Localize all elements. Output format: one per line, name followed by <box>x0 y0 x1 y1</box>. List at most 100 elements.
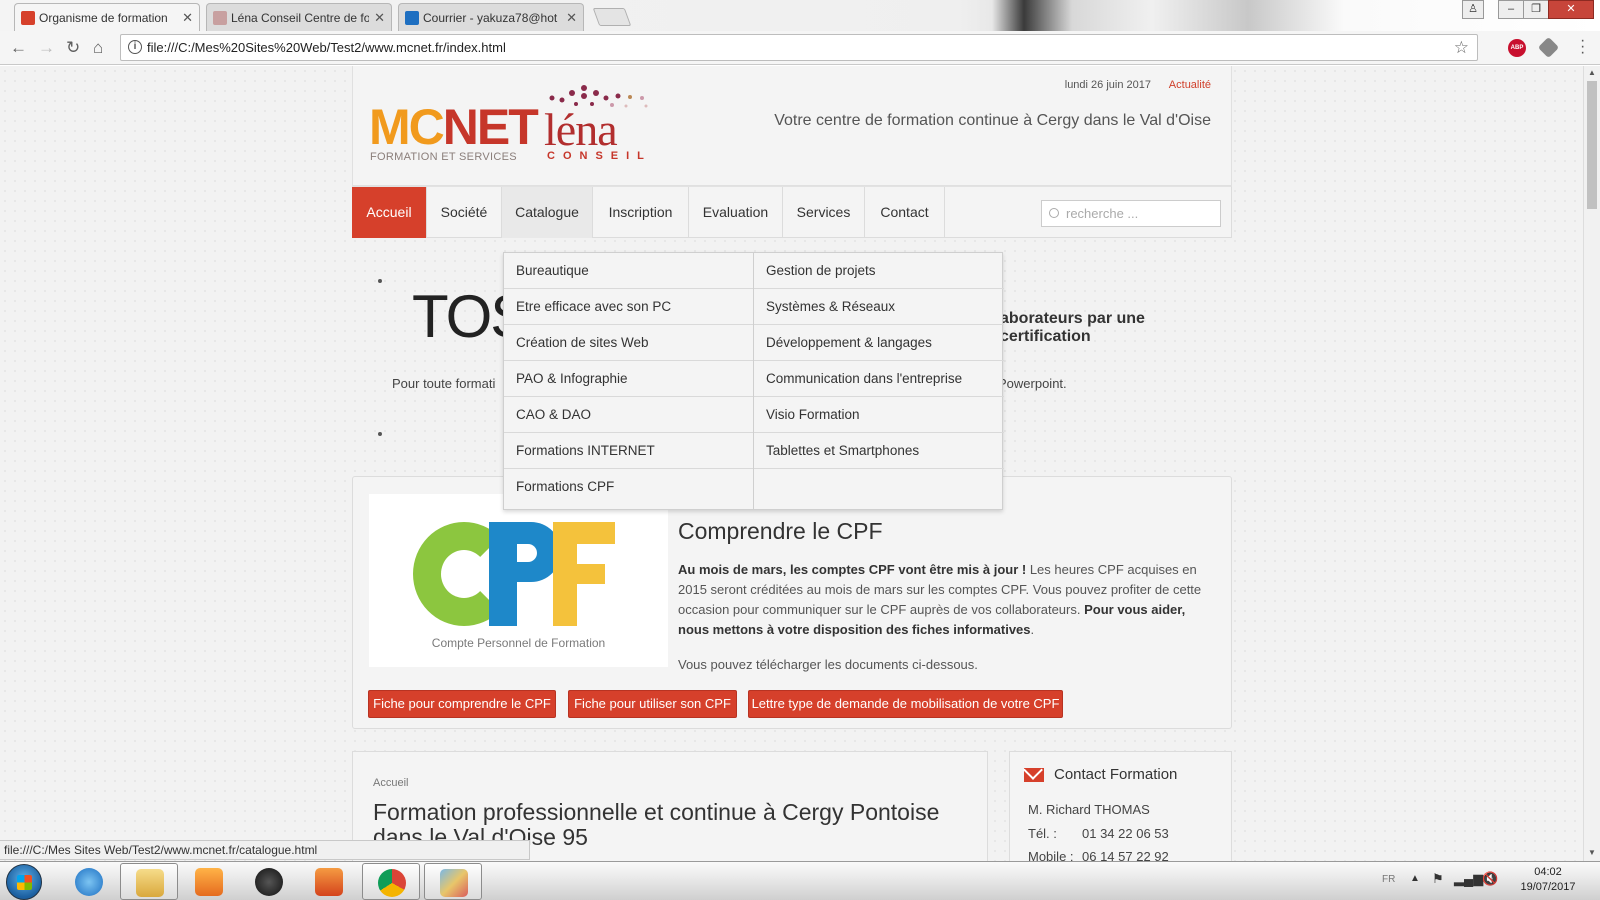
tel-value[interactable]: 01 34 22 06 53 <box>1082 826 1169 841</box>
show-hidden-icons-icon[interactable]: ▲ <box>1410 873 1420 884</box>
language-indicator[interactable]: FR <box>1382 874 1395 885</box>
start-button[interactable] <box>6 864 42 900</box>
url-text: file:///C:/Mes%20Sites%20Web/Test2/www.m… <box>147 40 506 55</box>
hp-button[interactable] <box>240 863 298 900</box>
dropdown-column-left: Bureautique Etre efficace avec son PC Cr… <box>504 253 754 509</box>
reload-icon[interactable]: ↻ <box>66 38 80 58</box>
search-input[interactable]: recherche ... <box>1041 200 1221 227</box>
nav-contact[interactable]: Contact <box>865 187 945 238</box>
tab-title: Courrier - yakuza78@hot <box>423 10 558 25</box>
tel-label: Tél. : <box>1028 826 1057 841</box>
dropdown-item[interactable]: Gestion de projets <box>754 253 1004 289</box>
nav-societe[interactable]: Société <box>427 187 502 238</box>
maximize-button[interactable]: ❐ <box>1523 0 1549 19</box>
nav-accueil[interactable]: Accueil <box>352 187 427 238</box>
page-scrollbar[interactable]: ▲ ▼ <box>1583 66 1600 861</box>
network-icon[interactable]: ▂▄▆ <box>1454 871 1483 887</box>
tab-lena-conseil[interactable]: Léna Conseil Centre de fo ✕ <box>206 3 392 31</box>
tab-title: Organisme de formation <box>39 10 168 25</box>
nav-evaluation[interactable]: Evaluation <box>689 187 783 238</box>
breadcrumb[interactable]: Accueil <box>373 777 408 789</box>
cpf-download-text: Vous pouvez télécharger les documents ci… <box>678 657 978 672</box>
internet-explorer-button[interactable] <box>60 863 118 900</box>
explorer-button[interactable] <box>120 863 178 900</box>
contact-title: Contact Formation <box>1054 766 1178 783</box>
contact-sidebar: Contact Formation M. Richard THOMAS Tél.… <box>1009 751 1232 861</box>
dropdown-item[interactable]: Développement & langages <box>754 325 1004 361</box>
page-container: MCNET FORMATION ET SERVICES léna CONSEIL… <box>352 66 1232 861</box>
cpf-f-top <box>553 522 615 544</box>
dropdown-item[interactable]: Etre efficace avec son PC <box>504 289 753 325</box>
tab-organisme-formation[interactable]: Organisme de formation ✕ <box>14 3 200 31</box>
tab-courrier[interactable]: Courrier - yakuza78@hot ✕ <box>398 3 584 31</box>
close-tab-icon[interactable]: ✕ <box>182 10 193 26</box>
browser-tabbar: Organisme de formation ✕ Léna Conseil Ce… <box>0 0 1600 31</box>
slider-subheading: aborateurs par une certification <box>1000 310 1145 345</box>
dropdown-item[interactable]: Tablettes et Smartphones <box>754 433 1004 469</box>
lena-logo[interactable]: léna <box>544 107 618 153</box>
address-bar[interactable]: i file:///C:/Mes%20Sites%20Web/Test2/www… <box>120 34 1478 61</box>
cpf-logo-image: Compte Personnel de Formation <box>369 494 668 667</box>
scroll-down-icon[interactable]: ▼ <box>1588 848 1596 857</box>
dropdown-item[interactable]: Formations CPF <box>504 469 753 505</box>
action-center-icon[interactable]: ⚑ <box>1432 871 1444 887</box>
chrome-icon <box>378 869 406 897</box>
adblock-plus-icon[interactable]: ABP <box>1508 39 1526 57</box>
dropdown-item[interactable]: Visio Formation <box>754 397 1004 433</box>
dropdown-item[interactable]: Communication dans l'entreprise <box>754 361 1004 397</box>
taskbar-clock[interactable]: 04:02 19/07/2017 <box>1508 865 1588 895</box>
paint-button[interactable] <box>424 863 482 900</box>
back-arrow-icon[interactable]: ← <box>10 38 27 58</box>
dropdown-item[interactable]: CAO & DAO <box>504 397 753 433</box>
dropdown-item[interactable]: PAO & Infographie <box>504 361 753 397</box>
home-icon[interactable]: ⌂ <box>93 38 103 58</box>
fiche-comprendre-button[interactable]: Fiche pour comprendre le CPF <box>368 690 556 718</box>
site-header: MCNET FORMATION ET SERVICES léna CONSEIL… <box>352 66 1232 186</box>
link-status-bar: file:///C:/Mes Sites Web/Test2/www.mcnet… <box>0 840 530 860</box>
browser-menu-icon[interactable]: · · · <box>1580 33 1585 61</box>
clock-time: 04:02 <box>1534 866 1562 878</box>
forward-arrow-icon[interactable]: → <box>38 38 55 58</box>
office-button[interactable] <box>300 863 358 900</box>
nav-inscription[interactable]: Inscription <box>593 187 689 238</box>
extension-icon[interactable] <box>1537 36 1560 59</box>
dropdown-item[interactable]: Bureautique <box>504 253 753 289</box>
actualite-link[interactable]: Actualité <box>1169 79 1211 91</box>
lettre-type-button[interactable]: Lettre type de demande de mobilisation d… <box>748 690 1063 718</box>
site-tagline: Votre centre de formation continue à Cer… <box>774 112 1211 129</box>
catalogue-dropdown: Bureautique Etre efficace avec son PC Cr… <box>503 252 1004 510</box>
info-icon[interactable]: i <box>128 40 142 54</box>
nav-services[interactable]: Services <box>783 187 865 238</box>
mobile-value[interactable]: 06 14 57 22 92 <box>1082 849 1169 861</box>
minimize-button[interactable]: – <box>1498 0 1524 19</box>
cpf-p-stem <box>489 522 517 626</box>
dropdown-item[interactable]: Systèmes & Réseaux <box>754 289 1004 325</box>
fiche-utiliser-button[interactable]: Fiche pour utiliser son CPF <box>568 690 737 718</box>
volume-muted-icon[interactable]: 🔇 <box>1482 871 1498 887</box>
browser-toolbar: ← → ↻ ⌂ i file:///C:/Mes%20Sites%20Web/T… <box>0 31 1600 65</box>
main-nav: Accueil Société Catalogue Inscription Ev… <box>352 186 1232 238</box>
mcnet-logo[interactable]: MCNET <box>369 102 539 152</box>
dropdown-column-right: Gestion de projets Systèmes & Réseaux Dé… <box>754 253 1004 469</box>
windows-taskbar: FR ▲ ⚑ ▂▄▆ 🔇 04:02 19/07/2017 <box>0 861 1600 900</box>
cpf-paragraph: Au mois de mars, les comptes CPF vont êt… <box>678 560 1218 640</box>
dropdown-item[interactable]: Création de sites Web <box>504 325 753 361</box>
chrome-button[interactable] <box>362 863 420 900</box>
close-tab-icon[interactable]: ✕ <box>374 10 385 26</box>
logo-subtitle: FORMATION ET SERVICES <box>370 151 517 163</box>
scroll-up-icon[interactable]: ▲ <box>1588 68 1596 77</box>
profile-icon[interactable]: ♙ <box>1462 0 1484 19</box>
dropdown-item[interactable]: Formations INTERNET <box>504 433 753 469</box>
tab-title: Léna Conseil Centre de fo <box>231 10 369 25</box>
nav-catalogue[interactable]: Catalogue <box>502 187 593 238</box>
lena-favicon-icon <box>213 11 227 25</box>
cpf-p-hole <box>517 544 537 562</box>
cpf-f-mid <box>553 564 605 584</box>
close-tab-icon[interactable]: ✕ <box>566 10 577 26</box>
scrollbar-thumb[interactable] <box>1587 81 1597 209</box>
close-window-button[interactable]: ✕ <box>1548 0 1594 19</box>
bookmark-star-icon[interactable]: ☆ <box>1454 35 1469 60</box>
new-tab-button[interactable] <box>592 8 632 26</box>
media-player-button[interactable] <box>180 863 238 900</box>
mail-icon <box>1024 768 1044 782</box>
